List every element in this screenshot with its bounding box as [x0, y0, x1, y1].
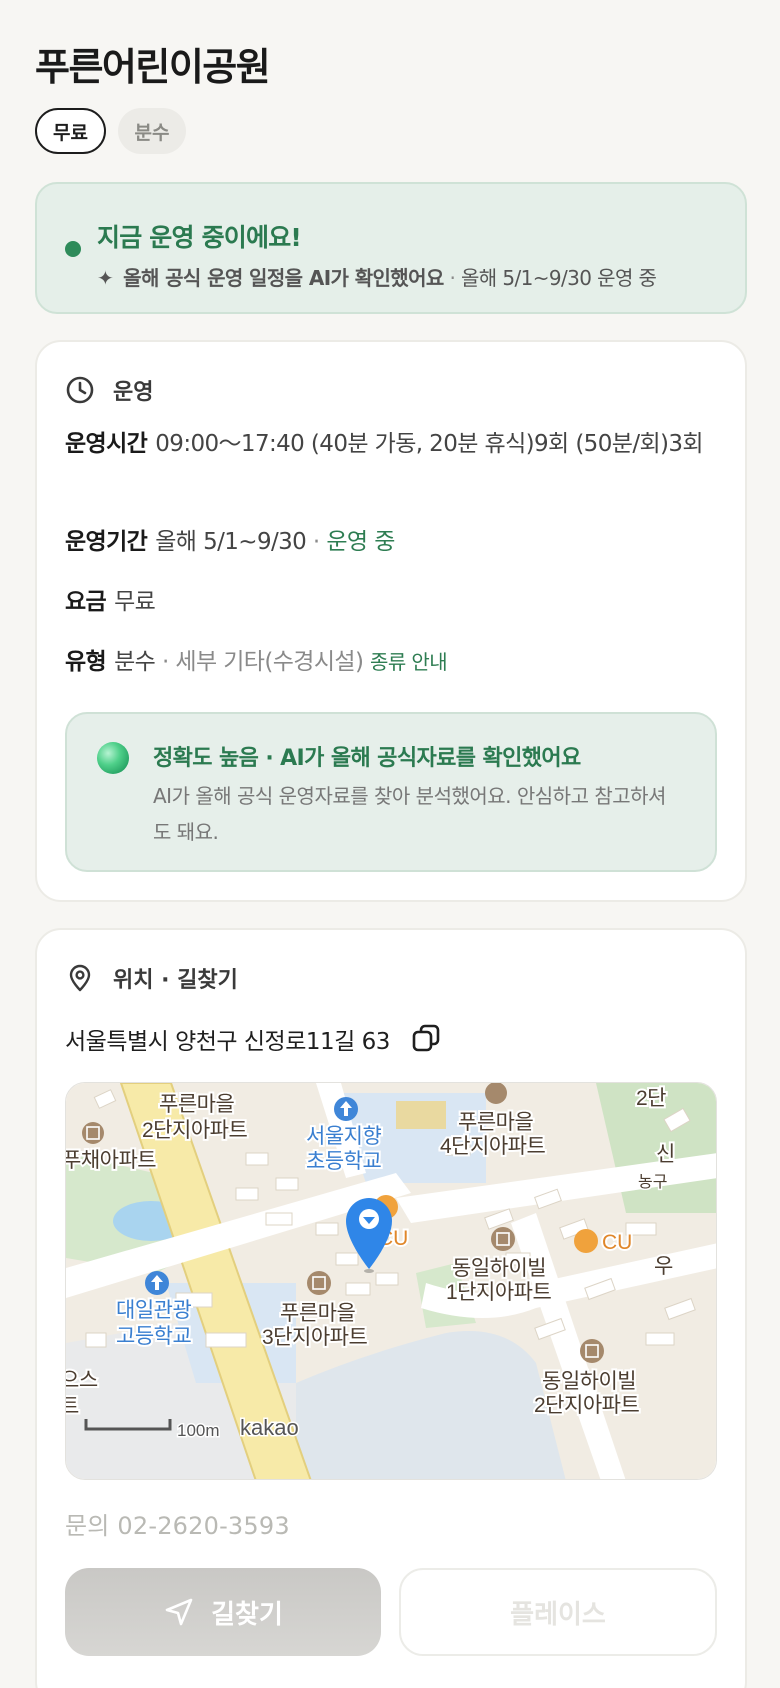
- copy-icon[interactable]: [410, 1023, 442, 1055]
- map-label-dongil1-b: 1단지아파트: [446, 1281, 551, 1304]
- fee-label: 요금: [65, 589, 107, 615]
- operation-card: 운영 운영시간 09:00～17:40 (40분 가동, 20분 휴식)9회 (5…: [35, 340, 747, 902]
- map-label-daeil-b: 고등학교: [116, 1325, 191, 1348]
- svg-text:100m: 100m: [177, 1421, 220, 1440]
- kakao-logo: kakao: [240, 1415, 299, 1440]
- map-label-cu-1: CU: [602, 1231, 632, 1254]
- location-card: 위치 · 길찾기 서울특별시 양천구 신정로11길 63 푸른마을 2단지아파트…: [35, 928, 747, 1688]
- accuracy-title: 정확도 높음 · AI가 올해 공식자료를 확인했어요: [153, 746, 581, 771]
- period-row: 운영기간 올해 5/1~9/30 · 운영 중: [65, 522, 715, 562]
- operation-title: 운영: [113, 380, 154, 405]
- status-title: 지금 운영 중이에요!: [97, 223, 302, 252]
- accuracy-body: AI가 올해 공식 운영자료를 찾아 분석했어요. 안심하고 참고하셔도 돼요.: [153, 784, 666, 844]
- status-detail: ✦ 올해 공식 운영 일정을 AI가 확인했어요 · 올해 5/1~9/30 운영…: [97, 262, 657, 291]
- period-separator: ·: [306, 529, 327, 555]
- address-row: 서울특별시 양천구 신정로11길 63: [65, 1022, 442, 1056]
- map-label-edge-r1: 신: [656, 1143, 675, 1166]
- status-banner: 지금 운영 중이에요! ✦ 올해 공식 운영 일정을 AI가 확인했어요 · 올해…: [35, 182, 747, 314]
- map-label-edge-l2: 트: [66, 1395, 79, 1418]
- hours-row: 운영시간 09:00～17:40 (40분 가동, 20분 휴식)9회 (50분/…: [65, 424, 715, 464]
- route-button[interactable]: 길찾기: [65, 1568, 381, 1656]
- map-label-apt4-b: 4단지아파트: [440, 1135, 545, 1158]
- map-view[interactable]: 푸른마을 2단지아파트 푸른마을 4단지아파트 푸채아파트 2단 신 동일하이빌…: [65, 1082, 717, 1480]
- hours-value: 09:00～17:40 (40분 가동, 20분 휴식)9회 (50분/회)3회: [155, 431, 703, 457]
- type-guide-link[interactable]: 종류 안내: [370, 650, 448, 674]
- navigation-arrow-icon: [165, 1598, 193, 1626]
- fee-value: 무료: [114, 589, 156, 615]
- ai-orb-icon: [97, 742, 129, 774]
- map-label-apt4: 푸른마을: [458, 1111, 533, 1134]
- period-status: 운영 중: [326, 529, 395, 555]
- tag-chip-free[interactable]: 무료: [35, 108, 106, 154]
- clock-icon: [66, 376, 94, 404]
- address-text: 서울특별시 양천구 신정로11길 63: [65, 1029, 390, 1055]
- operation-header: 운영: [65, 374, 153, 406]
- map-label-dongil2-b: 2단지아파트: [534, 1394, 639, 1417]
- status-dot: [65, 241, 81, 257]
- location-title: 위치 · 길찾기: [113, 968, 238, 993]
- sparkle-icon: ✦: [97, 266, 114, 290]
- map-label-apt2: 푸른마을: [159, 1093, 234, 1116]
- route-button-label: 길찾기: [211, 1599, 283, 1630]
- map-label-daeil: 대일관광: [116, 1299, 191, 1322]
- map-label-school-b: 초등학교: [306, 1150, 381, 1173]
- map-label-apt3: 푸른마을: [280, 1302, 355, 1325]
- contact-phone[interactable]: 문의 02-2620-3593: [65, 1506, 290, 1541]
- map-label-edge-r2: 농구: [638, 1173, 667, 1191]
- period-label: 운영기간: [65, 529, 148, 555]
- map-label-apt2-b: 2단지아파트: [142, 1119, 247, 1142]
- place-button[interactable]: 플레이스: [399, 1568, 717, 1656]
- status-ai-note: 올해 공식 운영 일정을 AI가 확인했어요: [123, 266, 444, 290]
- map-label-dongil1: 동일하이빌: [452, 1257, 546, 1280]
- period-value: 올해 5/1~9/30: [155, 529, 307, 555]
- map-label-apt3-b: 3단지아파트: [262, 1326, 367, 1349]
- map-label-edge-l1: 으스: [66, 1369, 98, 1392]
- type-row: 유형 분수 · 세부 기타(수경시설) 종류 안내: [65, 642, 715, 682]
- page: 푸른어린이공원 무료 분수 지금 운영 중이에요! ✦ 올해 공식 운영 일정을 …: [0, 0, 780, 1688]
- accuracy-box: 정확도 높음 · AI가 올해 공식자료를 확인했어요 AI가 올해 공식 운영…: [65, 712, 717, 872]
- hours-label: 운영시간: [65, 431, 148, 457]
- type-detail: · 세부 기타(수경시설): [155, 649, 364, 675]
- map-label-dongil2: 동일하이빌: [542, 1370, 636, 1393]
- page-title: 푸른어린이공원: [35, 45, 271, 89]
- location-header: 위치 · 길찾기: [65, 962, 238, 994]
- status-period: 올해 5/1~9/30 운영 중: [461, 266, 657, 290]
- map-label-edge-r3: 우: [654, 1255, 673, 1278]
- map-label-school: 서울지향: [306, 1125, 381, 1148]
- map-label-edge-top: 2단: [636, 1087, 666, 1110]
- location-pin-icon: [69, 964, 91, 992]
- map-label-chae: 푸채아파트: [66, 1149, 156, 1172]
- type-value: 분수: [114, 649, 156, 675]
- status-separator: ·: [443, 266, 461, 290]
- tag-chip-fountain[interactable]: 분수: [118, 108, 186, 154]
- type-label: 유형: [65, 649, 107, 675]
- fee-row: 요금 무료: [65, 582, 715, 622]
